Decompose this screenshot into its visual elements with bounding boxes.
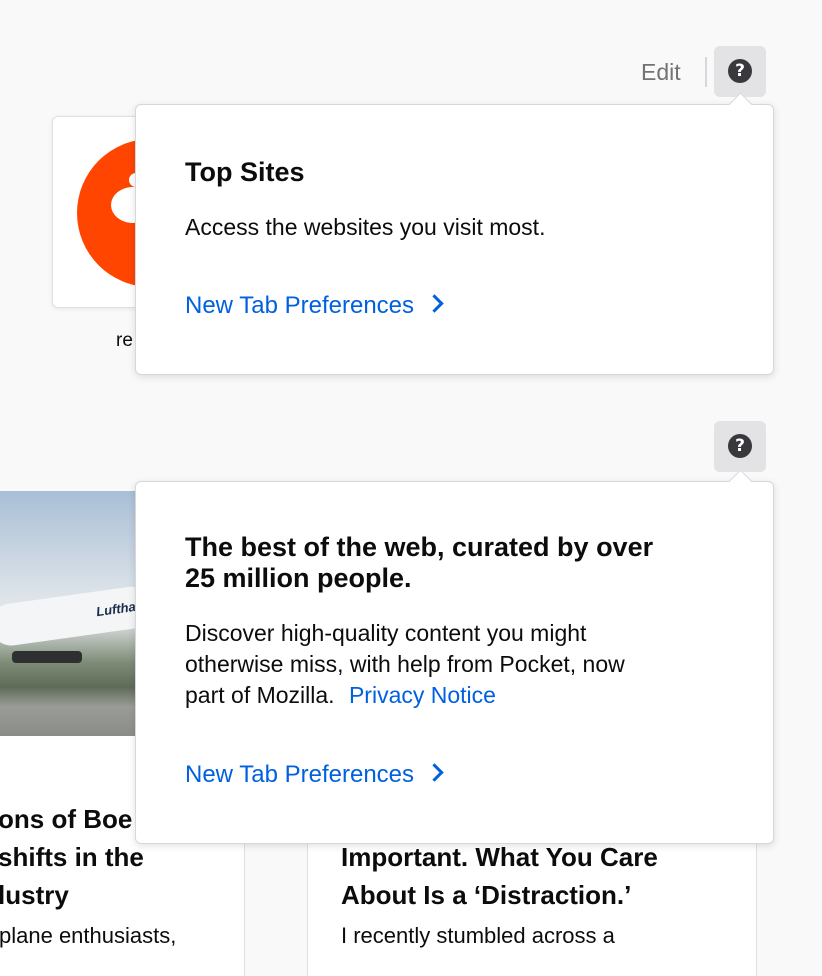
story-image-airplane[interactable]: Lufthan xyxy=(0,491,135,736)
pocket-help-button[interactable]: ? xyxy=(714,421,766,472)
story-title-line: ons of Boe xyxy=(0,804,133,834)
question-icon: ? xyxy=(728,434,752,458)
story-excerpt: I recently stumbled across a xyxy=(341,923,615,948)
question-icon: ? xyxy=(728,59,752,83)
story-excerpt: plane enthusiasts, xyxy=(0,923,177,948)
new-tab-preferences-link[interactable]: New Tab Preferences xyxy=(185,760,444,790)
popover-body-line: part of Mozilla. Privacy Notice xyxy=(185,682,496,708)
popover-title-line: 25 million people. xyxy=(185,563,412,593)
edit-button[interactable]: Edit xyxy=(641,58,681,86)
popover-title-line: The best of the web, curated by over xyxy=(185,532,654,562)
popover-body: Access the websites you visit most. xyxy=(185,214,546,240)
pocket-info-popover: The best of the web, curated by over 25 … xyxy=(135,469,774,844)
chevron-right-icon xyxy=(425,294,444,313)
chevron-right-icon xyxy=(425,763,444,782)
top-site-label: re xyxy=(116,330,133,351)
divider xyxy=(705,57,707,87)
privacy-notice-link[interactable]: Privacy Notice xyxy=(349,682,496,708)
popover-title: Top Sites xyxy=(185,157,305,187)
popover-body-line: Discover high-quality content you might xyxy=(185,620,587,646)
popover-body-line: otherwise miss, with help from Pocket, n… xyxy=(185,651,625,677)
top-sites-info-popover: Top Sites Access the websites you visit … xyxy=(135,92,774,375)
top-sites-help-button[interactable]: ? xyxy=(714,46,766,97)
story-title-line: shifts in the xyxy=(0,842,144,872)
story-title-line: lustry xyxy=(0,880,69,910)
story-title-line: About Is a ‘Distraction.’ xyxy=(341,880,632,910)
new-tab-preferences-link[interactable]: New Tab Preferences xyxy=(185,291,444,321)
